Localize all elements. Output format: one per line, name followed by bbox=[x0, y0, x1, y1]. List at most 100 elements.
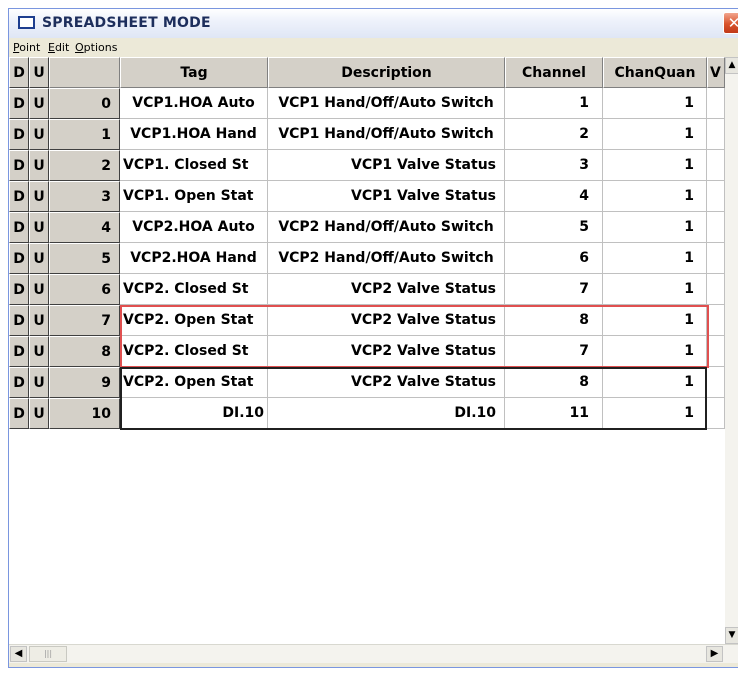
cell-tag[interactable]: VCP1.HOA Auto bbox=[120, 88, 268, 119]
scroll-left-icon[interactable]: ◀ bbox=[10, 646, 27, 662]
cell-chanquan[interactable]: 1 bbox=[603, 398, 707, 429]
row-d-button[interactable]: D bbox=[9, 336, 29, 367]
cell-description[interactable]: VCP2 Valve Status bbox=[268, 367, 505, 398]
cell-description[interactable]: DI.10 bbox=[268, 398, 505, 429]
cell-tag[interactable]: DI.10 bbox=[120, 398, 268, 429]
row-u-button[interactable]: U bbox=[29, 88, 49, 119]
cell-tag[interactable]: VCP2. Open Stat bbox=[120, 367, 268, 398]
cell-extra[interactable] bbox=[707, 305, 725, 336]
cell-description[interactable]: VCP2 Valve Status bbox=[268, 305, 505, 336]
row-u-button[interactable]: U bbox=[29, 274, 49, 305]
cell-description[interactable]: VCP1 Hand/Off/Auto Switch bbox=[268, 88, 505, 119]
cell-extra[interactable] bbox=[707, 274, 725, 305]
row-d-button[interactable]: D bbox=[9, 367, 29, 398]
scroll-down-icon[interactable]: ▼ bbox=[725, 627, 738, 644]
cell-tag[interactable]: VCP2. Closed St bbox=[120, 336, 268, 367]
column-header-channel[interactable]: Channel bbox=[505, 57, 603, 88]
row-u-button[interactable]: U bbox=[29, 398, 49, 429]
cell-channel[interactable]: 8 bbox=[505, 367, 603, 398]
row-index-button[interactable]: 5 bbox=[49, 243, 120, 274]
row-index-button[interactable]: 2 bbox=[49, 150, 120, 181]
cell-channel[interactable]: 3 bbox=[505, 150, 603, 181]
menu-edit[interactable]: Edit bbox=[48, 41, 69, 54]
row-d-button[interactable]: D bbox=[9, 181, 29, 212]
row-u-button[interactable]: U bbox=[29, 150, 49, 181]
cell-channel[interactable]: 2 bbox=[505, 119, 603, 150]
cell-channel[interactable]: 6 bbox=[505, 243, 603, 274]
vertical-scrollbar[interactable]: ▲ ▼ bbox=[725, 57, 738, 644]
cell-extra[interactable] bbox=[707, 88, 725, 119]
cell-description[interactable]: VCP1 Hand/Off/Auto Switch bbox=[268, 119, 505, 150]
row-index-button[interactable]: 9 bbox=[49, 367, 120, 398]
horizontal-scrollbar[interactable]: ◀ ||| ▶ bbox=[9, 644, 738, 663]
column-header-chanquan[interactable]: ChanQuan bbox=[603, 57, 707, 88]
cell-chanquan[interactable]: 1 bbox=[603, 119, 707, 150]
cell-channel[interactable]: 11 bbox=[505, 398, 603, 429]
row-u-button[interactable]: U bbox=[29, 336, 49, 367]
scroll-up-icon[interactable]: ▲ bbox=[725, 57, 738, 74]
row-d-button[interactable]: D bbox=[9, 88, 29, 119]
close-button[interactable]: ✕ bbox=[723, 12, 738, 34]
row-index-button[interactable]: 10 bbox=[49, 398, 120, 429]
row-u-button[interactable]: U bbox=[29, 119, 49, 150]
row-index-button[interactable]: 0 bbox=[49, 88, 120, 119]
row-d-button[interactable]: D bbox=[9, 212, 29, 243]
row-d-button[interactable]: D bbox=[9, 150, 29, 181]
cell-tag[interactable]: VCP1. Open Stat bbox=[120, 181, 268, 212]
cell-tag[interactable]: VCP2. Closed St bbox=[120, 274, 268, 305]
cell-tag[interactable]: VCP2. Open Stat bbox=[120, 305, 268, 336]
cell-description[interactable]: VCP1 Valve Status bbox=[268, 181, 505, 212]
cell-tag[interactable]: VCP2.HOA Auto bbox=[120, 212, 268, 243]
cell-chanquan[interactable]: 1 bbox=[603, 336, 707, 367]
cell-extra[interactable] bbox=[707, 367, 725, 398]
cell-channel[interactable]: 7 bbox=[505, 336, 603, 367]
cell-chanquan[interactable]: 1 bbox=[603, 305, 707, 336]
row-index-button[interactable]: 3 bbox=[49, 181, 120, 212]
cell-extra[interactable] bbox=[707, 119, 725, 150]
row-index-button[interactable]: 8 bbox=[49, 336, 120, 367]
cell-channel[interactable]: 8 bbox=[505, 305, 603, 336]
cell-extra[interactable] bbox=[707, 181, 725, 212]
row-index-button[interactable]: 7 bbox=[49, 305, 120, 336]
column-header-description[interactable]: Description bbox=[268, 57, 505, 88]
cell-chanquan[interactable]: 1 bbox=[603, 212, 707, 243]
cell-description[interactable]: VCP2 Valve Status bbox=[268, 274, 505, 305]
cell-tag[interactable]: VCP1.HOA Hand bbox=[120, 119, 268, 150]
cell-description[interactable]: VCP2 Hand/Off/Auto Switch bbox=[268, 212, 505, 243]
row-d-button[interactable]: D bbox=[9, 398, 29, 429]
row-d-button[interactable]: D bbox=[9, 243, 29, 274]
cell-chanquan[interactable]: 1 bbox=[603, 150, 707, 181]
cell-channel[interactable]: 1 bbox=[505, 88, 603, 119]
title-bar[interactable]: SPREADSHEET MODE ✕ bbox=[9, 9, 738, 39]
cell-extra[interactable] bbox=[707, 212, 725, 243]
row-u-button[interactable]: U bbox=[29, 212, 49, 243]
cell-extra[interactable] bbox=[707, 398, 725, 429]
horizontal-scroll-thumb[interactable]: ||| bbox=[29, 646, 67, 662]
row-index-button[interactable]: 4 bbox=[49, 212, 120, 243]
cell-extra[interactable] bbox=[707, 336, 725, 367]
menu-point[interactable]: Point bbox=[13, 41, 40, 54]
row-d-button[interactable]: D bbox=[9, 119, 29, 150]
cell-tag[interactable]: VCP2.HOA Hand bbox=[120, 243, 268, 274]
cell-tag[interactable]: VCP1. Closed St bbox=[120, 150, 268, 181]
row-u-button[interactable]: U bbox=[29, 305, 49, 336]
cell-channel[interactable]: 7 bbox=[505, 274, 603, 305]
cell-extra[interactable] bbox=[707, 243, 725, 274]
column-header-tag[interactable]: Tag bbox=[120, 57, 268, 88]
cell-chanquan[interactable]: 1 bbox=[603, 88, 707, 119]
cell-chanquan[interactable]: 1 bbox=[603, 274, 707, 305]
menu-options[interactable]: Options bbox=[75, 41, 117, 54]
row-index-button[interactable]: 1 bbox=[49, 119, 120, 150]
cell-chanquan[interactable]: 1 bbox=[603, 367, 707, 398]
cell-description[interactable]: VCP2 Hand/Off/Auto Switch bbox=[268, 243, 505, 274]
row-u-button[interactable]: U bbox=[29, 181, 49, 212]
cell-description[interactable]: VCP1 Valve Status bbox=[268, 150, 505, 181]
column-header-extra[interactable]: V bbox=[707, 57, 725, 88]
cell-description[interactable]: VCP2 Valve Status bbox=[268, 336, 505, 367]
header-d-button[interactable]: D bbox=[9, 57, 29, 88]
cell-channel[interactable]: 5 bbox=[505, 212, 603, 243]
cell-channel[interactable]: 4 bbox=[505, 181, 603, 212]
row-d-button[interactable]: D bbox=[9, 305, 29, 336]
scroll-right-icon[interactable]: ▶ bbox=[706, 646, 723, 662]
header-u-button[interactable]: U bbox=[29, 57, 49, 88]
